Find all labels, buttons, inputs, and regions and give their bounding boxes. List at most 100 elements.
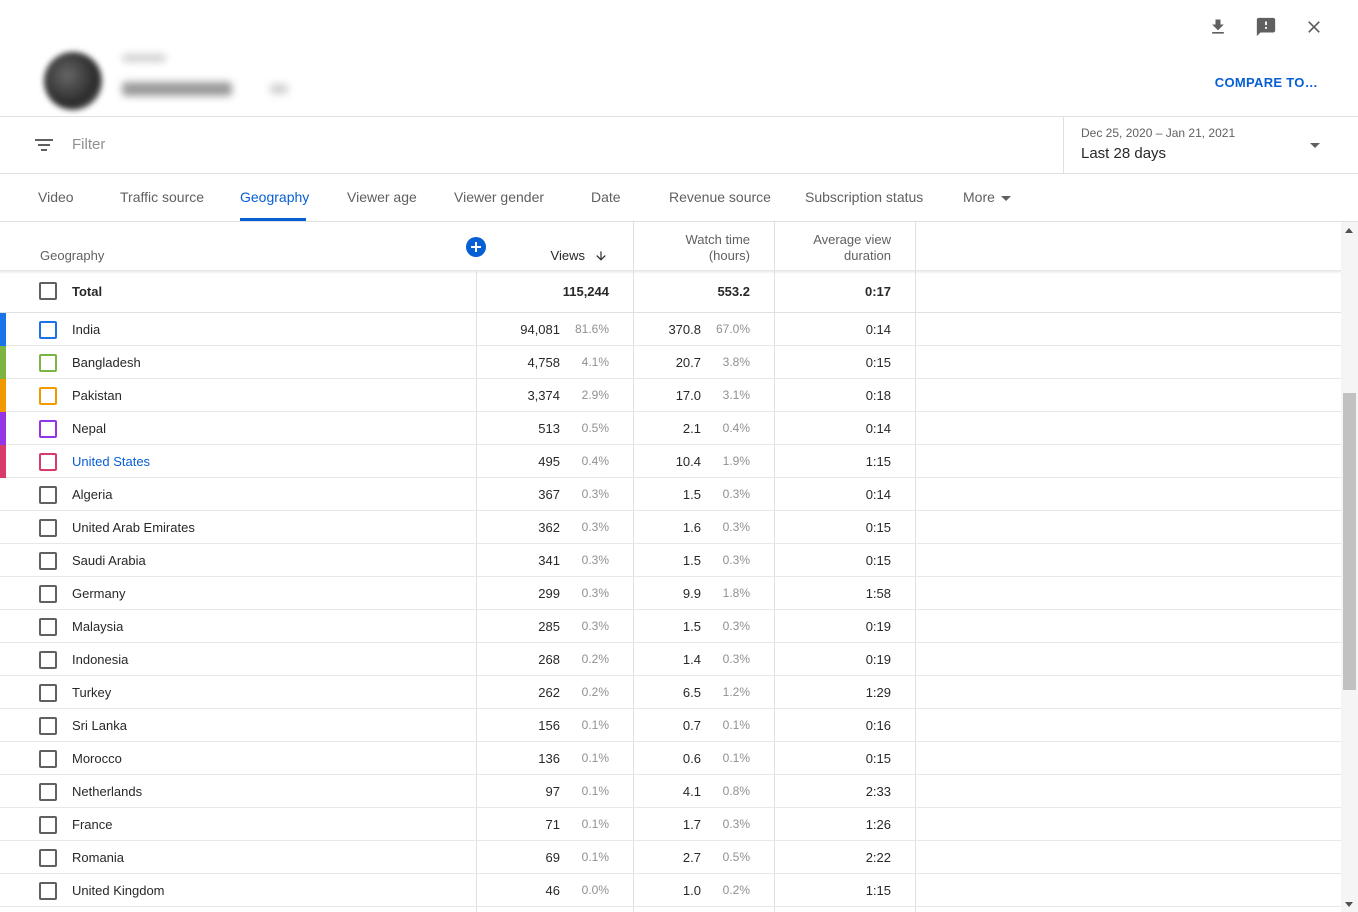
header-watch-time-line1: Watch time xyxy=(685,232,750,247)
scrollbar-thumb[interactable] xyxy=(1343,393,1356,690)
date-range-selector[interactable]: Dec 25, 2020 – Jan 21, 2021 Last 28 days xyxy=(1063,117,1358,173)
row-views-percent: 0.1% xyxy=(581,718,609,732)
tab-viewer-age[interactable]: Viewer age xyxy=(347,189,417,205)
row-checkbox[interactable] xyxy=(39,651,57,669)
header-avg-line1: Average view xyxy=(813,232,891,247)
filter-input[interactable]: Filter xyxy=(72,136,105,153)
download-button[interactable] xyxy=(1203,12,1233,42)
row-checkbox[interactable] xyxy=(39,420,57,438)
scroll-up-arrow[interactable] xyxy=(1345,228,1353,233)
row-watch-time: 370.8 xyxy=(668,322,701,337)
channel-avatar xyxy=(44,52,102,110)
header-watch-time-line2: (hours) xyxy=(708,248,750,263)
scroll-down-arrow[interactable] xyxy=(1345,902,1353,907)
row-checkbox[interactable] xyxy=(39,486,57,504)
row-watch-time: 6.5 xyxy=(682,685,701,700)
row-watch-time-percent: 0.5% xyxy=(722,850,750,864)
header-avg-view-duration[interactable]: Average view duration xyxy=(781,232,891,264)
row-checkbox[interactable] xyxy=(39,783,57,801)
row-watch-time-percent: 0.3% xyxy=(722,487,750,501)
row-views-percent: 0.1% xyxy=(581,817,609,831)
row-views-percent: 0.0% xyxy=(581,883,609,897)
sort-descending-icon[interactable] xyxy=(594,249,608,263)
row-geography: France xyxy=(72,817,113,832)
row-avg-duration: 1:15 xyxy=(865,883,891,898)
table-row: United States 495 0.4% 10.4 1.9% 1:15 xyxy=(0,445,1341,478)
row-watch-time: 1.5 xyxy=(682,487,701,502)
row-avg-duration: 1:15 xyxy=(865,454,891,469)
row-watch-time: 20.7 xyxy=(675,355,701,370)
row-checkbox[interactable] xyxy=(39,849,57,867)
row-geography: Morocco xyxy=(72,751,122,766)
header-watch-time[interactable]: Watch time (hours) xyxy=(640,232,750,264)
total-watch-time: 553.2 xyxy=(717,284,750,299)
row-watch-time: 17.0 xyxy=(675,388,701,403)
row-checkbox[interactable] xyxy=(39,816,57,834)
row-checkbox[interactable] xyxy=(39,552,57,570)
header-views[interactable]: Views xyxy=(500,248,585,264)
row-avg-duration: 0:19 xyxy=(865,619,891,634)
download-icon xyxy=(1212,19,1224,34)
compare-to-button[interactable]: COMPARE TO… xyxy=(1215,75,1318,90)
tab-traffic-source[interactable]: Traffic source xyxy=(120,189,204,205)
row-geography: Germany xyxy=(72,586,126,601)
row-views-percent: 2.9% xyxy=(581,388,609,402)
row-geography: Saudi Arabia xyxy=(72,553,146,568)
total-checkbox[interactable] xyxy=(39,282,57,300)
row-geography: United Kingdom xyxy=(72,883,165,898)
tab-revenue-source[interactable]: Revenue source xyxy=(669,189,771,205)
tab-viewer-gender[interactable]: Viewer gender xyxy=(454,189,544,205)
row-views: 46 xyxy=(545,883,560,898)
date-range-text: Dec 25, 2020 – Jan 21, 2021 xyxy=(1081,126,1236,140)
row-watch-time-percent: 1.2% xyxy=(722,685,750,699)
series-color-bar xyxy=(0,313,6,346)
tab-more[interactable]: More xyxy=(963,189,1011,205)
channel-label-blurred xyxy=(122,54,166,62)
row-geography: Romania xyxy=(72,850,125,865)
row-views: 495 xyxy=(538,454,560,469)
row-checkbox[interactable] xyxy=(39,453,57,471)
row-views-percent: 0.3% xyxy=(581,553,609,567)
header-geography[interactable]: Geography xyxy=(40,248,104,264)
table-row: India 94,081 81.6% 370.8 67.0% 0:14 xyxy=(0,313,1341,346)
row-views-percent: 0.1% xyxy=(581,751,609,765)
row-checkbox[interactable] xyxy=(39,750,57,768)
add-column-button[interactable] xyxy=(466,237,486,257)
row-avg-duration: 0:14 xyxy=(865,421,891,436)
tab-subscription-status[interactable]: Subscription status xyxy=(805,189,923,205)
row-views: 4,758 xyxy=(527,355,560,370)
date-range-label: Last 28 days xyxy=(1081,145,1167,162)
table-row: United Arab Emirates 362 0.3% 1.6 0.3% 0:15 xyxy=(0,511,1341,544)
row-watch-time-percent: 3.8% xyxy=(722,355,750,369)
row-watch-time-percent: 1.9% xyxy=(722,454,750,468)
row-geography[interactable]: United States xyxy=(72,454,150,469)
table-row: France 71 0.1% 1.7 0.3% 1:26 xyxy=(0,808,1341,841)
row-views-percent: 0.4% xyxy=(581,454,609,468)
row-checkbox[interactable] xyxy=(39,519,57,537)
tab-geography[interactable]: Geography xyxy=(240,189,309,205)
close-button[interactable] xyxy=(1299,12,1329,42)
row-avg-duration: 0:19 xyxy=(865,652,891,667)
row-watch-time: 2.7 xyxy=(682,850,701,865)
row-watch-time-percent: 67.0% xyxy=(715,322,750,336)
row-views-percent: 0.3% xyxy=(581,586,609,600)
tab-date[interactable]: Date xyxy=(591,189,621,205)
row-geography: Bangladesh xyxy=(72,355,141,370)
feedback-button[interactable] xyxy=(1251,12,1281,42)
table-row: United Kingdom 46 0.0% 1.0 0.2% 1:15 xyxy=(0,874,1341,907)
row-checkbox[interactable] xyxy=(39,618,57,636)
tab-video[interactable]: Video xyxy=(38,189,74,205)
row-checkbox[interactable] xyxy=(39,354,57,372)
row-checkbox[interactable] xyxy=(39,321,57,339)
row-checkbox[interactable] xyxy=(39,684,57,702)
filter-icon[interactable] xyxy=(34,137,54,153)
row-avg-duration: 0:15 xyxy=(865,355,891,370)
row-checkbox[interactable] xyxy=(39,882,57,900)
row-checkbox[interactable] xyxy=(39,585,57,603)
row-views: 367 xyxy=(538,487,560,502)
row-checkbox[interactable] xyxy=(39,717,57,735)
row-watch-time-percent: 3.1% xyxy=(722,388,750,402)
row-views: 362 xyxy=(538,520,560,535)
row-checkbox[interactable] xyxy=(39,387,57,405)
row-avg-duration: 0:14 xyxy=(865,487,891,502)
